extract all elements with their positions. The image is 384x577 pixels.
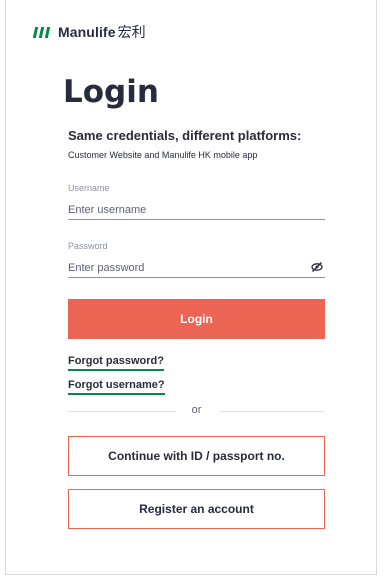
manulife-stripes-icon (32, 26, 51, 38)
brand-name: Manulife (58, 24, 116, 40)
login-button[interactable]: Login (68, 299, 325, 339)
password-label: Password (68, 241, 108, 251)
password-field[interactable]: Enter password (68, 258, 325, 278)
continue-with-id-button[interactable]: Continue with ID / passport no. (68, 436, 325, 476)
divider-text: or (191, 404, 202, 416)
username-placeholder: Enter username (68, 203, 147, 216)
page-title: Login (63, 74, 159, 110)
divider-line-right (219, 411, 325, 412)
username-field[interactable]: Enter username (68, 200, 325, 220)
subtitle: Same credentials, different platforms: (68, 128, 302, 143)
brand-name-cn: 宏利 (117, 24, 146, 40)
forgot-username-link[interactable]: Forgot username? (68, 379, 165, 395)
login-panel: Manulife 宏利 Login Same credentials, diff… (5, 0, 377, 575)
brand-header: Manulife 宏利 (32, 24, 146, 40)
eye-slash-icon[interactable] (311, 261, 323, 273)
or-divider: or (68, 403, 325, 419)
username-label: Username (68, 183, 110, 193)
subtext: Customer Website and Manulife HK mobile … (68, 150, 258, 160)
register-account-button[interactable]: Register an account (68, 489, 325, 529)
password-placeholder: Enter password (68, 261, 145, 274)
forgot-password-link[interactable]: Forgot password? (68, 355, 164, 371)
